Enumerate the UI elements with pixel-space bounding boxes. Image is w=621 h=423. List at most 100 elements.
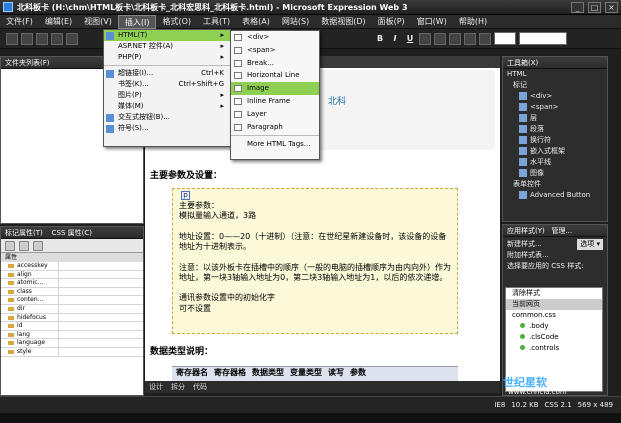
menu-edit[interactable]: 编辑(E) [39, 15, 78, 29]
save-icon[interactable] [36, 32, 48, 45]
property-row[interactable]: language [1, 339, 143, 348]
toolbox-item[interactable]: 图像 [503, 168, 607, 179]
property-row[interactable]: accesskey [1, 262, 143, 271]
property-row[interactable]: atomic... [1, 279, 143, 288]
options-dropdown[interactable]: 选项 ▾ [577, 239, 603, 250]
bold-button[interactable]: B [374, 34, 386, 43]
tab-design[interactable]: 设计 [149, 382, 163, 392]
italic-button[interactable]: I [389, 34, 401, 43]
menu-insert[interactable]: 插入(I) [117, 14, 157, 29]
menu-item-aspnet[interactable]: ASP.NET 控件(A) ▸ [104, 41, 230, 52]
border-icon[interactable] [479, 32, 491, 45]
current-page-group[interactable]: 当前网页 [506, 299, 602, 310]
submenu-span[interactable]: <span> [231, 44, 319, 57]
clear-styles-item[interactable]: 清除样式 [506, 288, 602, 299]
tab-apply-styles[interactable]: 应用样式(Y) [507, 227, 545, 235]
sort-az-icon[interactable] [19, 240, 29, 251]
toolbox-item[interactable]: 嵌入式框架 [503, 146, 607, 157]
open-icon[interactable] [21, 32, 33, 45]
toolbox-item[interactable]: 换行符 [503, 135, 607, 146]
new-icon[interactable] [6, 32, 18, 45]
select-style-label: 选择要应用的 CSS 样式: [507, 262, 584, 270]
menu-item-hyperlink[interactable]: 超链接(I)... Ctrl+K [104, 68, 230, 79]
submenu-div[interactable]: <div> [231, 31, 319, 44]
submenu-horizontal-line[interactable]: Horizontal Line [231, 69, 319, 82]
list-icon[interactable] [464, 32, 476, 45]
submenu-break[interactable]: Break... [231, 57, 319, 70]
toolbox-item[interactable]: 水平线 [503, 157, 607, 168]
menu-item-symbol[interactable]: 符号(S)... [104, 123, 230, 134]
tab-manage-styles[interactable]: 管理... [551, 227, 572, 235]
property-group-header[interactable]: 属性 [1, 253, 143, 262]
menu-item-html[interactable]: HTML(T) ▸ [104, 30, 230, 41]
submenu-paragraph[interactable]: Paragraph [231, 121, 319, 134]
preview-icon[interactable] [66, 32, 78, 45]
property-row[interactable]: style [1, 347, 143, 357]
menu-window[interactable]: 窗口(W) [411, 15, 453, 29]
status-dimensions[interactable]: 569 x 489 [578, 401, 613, 409]
property-row[interactable]: id [1, 322, 143, 331]
tab-css-properties[interactable]: CSS 属性(C) [52, 229, 92, 237]
menu-help[interactable]: 帮助(H) [453, 15, 493, 29]
menu-table[interactable]: 表格(A) [236, 15, 276, 29]
toolbox-item[interactable]: 层 [503, 113, 607, 124]
menu-site[interactable]: 网站(S) [276, 15, 315, 29]
css-rule[interactable]: .controls [506, 343, 602, 354]
toolbox-group[interactable]: 表单控件 [503, 179, 607, 190]
align-left-icon[interactable] [419, 32, 431, 45]
css-rule[interactable]: .clsCode [506, 332, 602, 343]
taskbar [0, 413, 621, 423]
close-button[interactable]: × [605, 1, 618, 13]
menu-panels[interactable]: 面板(P) [372, 15, 411, 29]
toolbox-group[interactable]: 标记 [503, 80, 607, 91]
toolbox-group[interactable]: HTML [503, 69, 607, 80]
menu-tools[interactable]: 工具(T) [197, 15, 236, 29]
toolbox-item[interactable]: <span> [503, 102, 607, 113]
menu-file[interactable]: 文件(F) [0, 15, 39, 29]
maximize-button[interactable]: □ [588, 1, 601, 13]
property-row[interactable]: lang [1, 330, 143, 340]
align-center-icon[interactable] [434, 32, 446, 45]
tab-tag-properties[interactable]: 标记属性(T) [5, 229, 43, 237]
submenu-image[interactable]: Image [231, 82, 319, 95]
tab-code[interactable]: 代码 [193, 382, 207, 392]
underline-button[interactable]: U [404, 34, 416, 43]
show-set-icon[interactable] [33, 240, 43, 251]
property-row[interactable]: dir [1, 304, 143, 314]
status-css[interactable]: CSS 2.1 [545, 401, 572, 409]
attach-stylesheet-link[interactable]: 附加样式表... [503, 250, 607, 261]
menu-dataview[interactable]: 数据视图(D) [315, 15, 371, 29]
menu-view[interactable]: 视图(V) [78, 15, 118, 29]
property-row[interactable]: conten... [1, 296, 143, 305]
submenu-inline-frame[interactable]: Inline Frame [231, 95, 319, 108]
paragraph-block[interactable]: p 主要参数： 模拟量输入通道，3路 地址设置：0——20（十进制）（注意：在世… [172, 188, 458, 334]
minimize-button[interactable]: _ [571, 1, 584, 13]
property-row[interactable]: align [1, 270, 143, 280]
align-right-icon[interactable] [449, 32, 461, 45]
submenu-more-tags[interactable]: More HTML Tags... [231, 138, 319, 151]
menu-format[interactable]: 格式(O) [156, 15, 197, 29]
menu-item-php[interactable]: PHP(P) ▸ [104, 52, 230, 63]
property-row[interactable]: class [1, 287, 143, 297]
submenu-layer[interactable]: Layer [231, 108, 319, 121]
table-header-cell: 变量类型 [290, 368, 322, 377]
css-file-group[interactable]: common.css [506, 310, 602, 321]
paragraph-tag-marker[interactable]: p [181, 191, 190, 200]
categorized-icon[interactable] [5, 240, 15, 251]
menu-item-interactive-button[interactable]: 交互式按钮(B)... [104, 112, 230, 123]
font-color-picker[interactable] [494, 32, 516, 45]
toolbox-item[interactable]: <div> [503, 91, 607, 102]
menu-item-media[interactable]: 媒体(M) ▸ [104, 101, 230, 112]
menu-item-picture[interactable]: 图片(P) ▸ [104, 90, 230, 101]
tab-split[interactable]: 拆分 [171, 382, 185, 392]
new-style-link[interactable]: 新建样式... [507, 239, 542, 250]
insert-menu-dropdown: HTML(T) ▸ ASP.NET 控件(A) ▸ PHP(P) ▸ 超链接(I)..… [103, 29, 231, 147]
style-select[interactable] [519, 32, 567, 45]
menu-item-bookmark[interactable]: 书签(K)... Ctrl+Shift+G [104, 79, 230, 90]
css-rule[interactable]: .body [506, 321, 602, 332]
print-icon[interactable] [51, 32, 63, 45]
status-bar: IE8 10.2 KB CSS 2.1 569 x 489 [0, 396, 621, 413]
toolbox-item[interactable]: Advanced Button [503, 190, 607, 201]
toolbox-item[interactable]: 段落 [503, 124, 607, 135]
property-row[interactable]: hidefocus [1, 313, 143, 323]
